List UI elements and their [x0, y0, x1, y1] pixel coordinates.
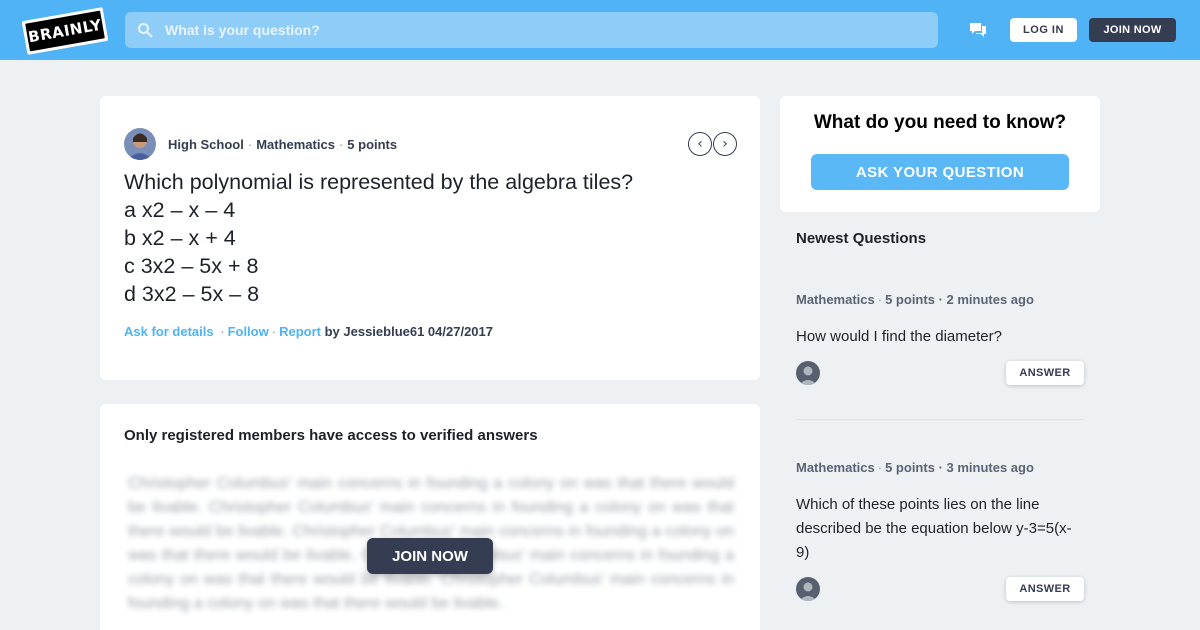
divider — [796, 419, 1084, 420]
nq-subject[interactable]: Mathematics — [796, 292, 875, 307]
previous-arrow-icon[interactable]: ‹ — [688, 132, 712, 156]
search-input[interactable] — [165, 22, 905, 38]
newest-question-item[interactable]: Mathematics · 5 points · 3 minutes ago Whi… — [796, 460, 1084, 603]
question-nav: ‹ › — [688, 132, 737, 156]
ask-title: What do you need to know? — [813, 112, 1067, 133]
nq-points: 5 points — [885, 460, 935, 475]
search-bar[interactable] — [125, 12, 938, 48]
question-line: b x2 – x + 4 — [124, 226, 236, 250]
nq-text[interactable]: How would I find the diameter? — [796, 325, 1084, 349]
nq-text[interactable]: Which of these points lies on the line d… — [796, 493, 1084, 565]
next-arrow-icon[interactable]: › — [713, 132, 737, 156]
ask-question-card: What do you need to know? ASK YOUR QUEST… — [780, 96, 1100, 212]
question-subject[interactable]: Mathematics — [256, 137, 335, 152]
question-points: 5 points — [347, 137, 398, 152]
join-now-button[interactable]: JOIN NOW — [1089, 18, 1176, 42]
answer-button[interactable]: ANSWER — [1006, 361, 1084, 385]
user-avatar-icon[interactable] — [796, 361, 820, 385]
login-button[interactable]: LOG IN — [1010, 18, 1077, 42]
question-line: a x2 – x – 4 — [124, 198, 236, 222]
user-avatar-icon[interactable] — [796, 577, 820, 601]
answer-button[interactable]: ANSWER — [1006, 577, 1084, 601]
question-line: c 3x2 – 5x + 8 — [124, 254, 259, 278]
report-link[interactable]: Report — [279, 324, 321, 339]
join-now-overlay-button[interactable]: JOIN NOW — [367, 538, 493, 574]
follow-link[interactable]: Follow — [228, 324, 269, 339]
nq-points: 5 points — [885, 292, 935, 307]
question-meta: High School · Mathematics · 5 points — [168, 137, 398, 152]
question-author: by Jessieblue61 04/27/2017 — [324, 324, 493, 339]
messages-icon[interactable] — [968, 20, 988, 40]
answer-title: Only registered members have access to v… — [124, 427, 538, 444]
question-actions: Ask for details · Follow · Report by Jessie… — [124, 324, 493, 339]
question-line: d 3x2 – 5x – 8 — [124, 282, 260, 306]
newest-questions-title: Newest Questions — [796, 230, 927, 247]
top-navigation-bar: BRAINLY LOG IN JOIN NOW — [0, 0, 1200, 60]
question-text: Which polynomial is represented by the a… — [124, 168, 724, 308]
ask-for-details-link[interactable]: Ask for details — [124, 324, 214, 339]
search-icon — [138, 23, 153, 38]
nq-subject[interactable]: Mathematics — [796, 460, 875, 475]
nq-time: · 3 minutes ago — [938, 460, 1034, 475]
ask-question-button[interactable]: ASK YOUR QUESTION — [811, 154, 1069, 190]
question-card: High School · Mathematics · 5 points ‹ › Whi… — [100, 96, 760, 380]
answer-card: Only registered members have access to v… — [100, 404, 760, 630]
brainly-logo[interactable]: BRAINLY — [21, 7, 109, 55]
newest-question-item[interactable]: Mathematics · 5 points · 2 minutes ago How… — [796, 292, 1084, 387]
question-line: Which polynomial is represented by the a… — [124, 170, 634, 194]
asker-avatar[interactable] — [124, 128, 156, 160]
nq-time: · 2 minutes ago — [938, 292, 1034, 307]
question-level[interactable]: High School — [168, 137, 244, 152]
logo-text: BRAINLY — [26, 15, 104, 47]
